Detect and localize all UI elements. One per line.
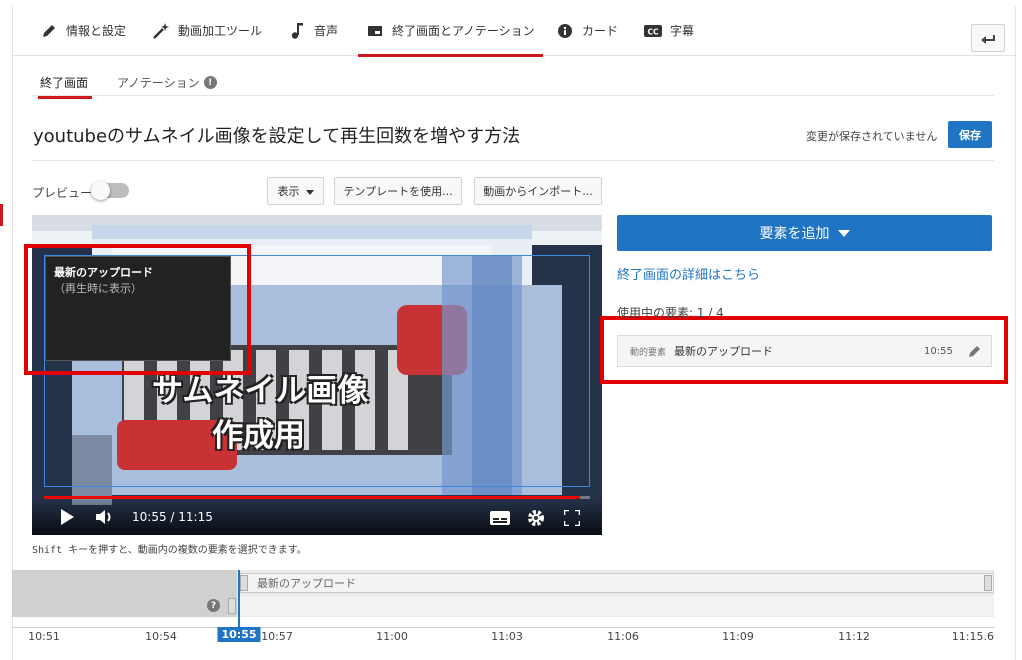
add-element-button[interactable]: 要素を追加 [617, 215, 992, 251]
element-name: 最新のアップロード [674, 345, 774, 358]
preview-label: プレビュー [32, 186, 93, 200]
settings-gear-icon[interactable] [527, 509, 545, 527]
back-button[interactable] [971, 24, 1005, 52]
svg-text:CC: CC [647, 28, 659, 37]
ruler-line [12, 627, 994, 628]
pencil-icon [40, 22, 58, 40]
element-list-row[interactable]: 動的要素 最新のアップロード 10:55 [617, 335, 992, 367]
tab-label: 情報と設定 [66, 24, 127, 38]
tab-subtitles[interactable]: CC 字幕 [644, 22, 694, 56]
help-icon[interactable]: ? [207, 599, 220, 612]
music-note-icon [288, 22, 306, 40]
tick-label: 11:06 [607, 630, 639, 643]
save-button[interactable]: 保存 [948, 121, 992, 148]
timeline-ruler: 10:51 10:54 10:57 11:00 11:03 11:06 11:0… [12, 617, 994, 660]
highlight-frame-element [24, 244, 251, 375]
element-type: 動的要素 [630, 347, 667, 358]
caret-down-icon [837, 225, 850, 241]
timeline-element-track[interactable]: 最新のアップロード [240, 573, 994, 593]
progress-bar[interactable] [44, 496, 590, 499]
end-screen-details-link[interactable]: 終了画面の詳細はこちら [617, 264, 760, 283]
end-screen-icon [366, 22, 384, 40]
back-arrow-icon [980, 29, 996, 48]
tick-label: 10:51 [28, 630, 60, 643]
cc-icon: CC [644, 22, 662, 40]
caret-down-icon [305, 185, 314, 198]
track-end-handle[interactable] [984, 575, 992, 591]
tick-label: 11:00 [376, 630, 408, 643]
top-tabs: 情報と設定 動画加工ツール 音声 終了画面とアノテーション カード CC 字幕 [12, 0, 1016, 57]
tick-label: 11:15.6 [951, 630, 994, 643]
preview-toggle[interactable] [91, 181, 129, 200]
warning-icon: ! [203, 76, 217, 89]
left-marker [0, 204, 3, 226]
info-icon [556, 22, 574, 40]
play-icon[interactable] [60, 509, 74, 525]
volume-icon[interactable] [96, 509, 114, 525]
fullscreen-icon[interactable] [564, 510, 580, 526]
subtab-label: 終了画面 [40, 76, 89, 90]
show-dropdown-button[interactable]: 表示 [267, 177, 324, 205]
subtab-label: アノテーション [117, 76, 200, 90]
tab-label: カード [582, 24, 619, 38]
thumbnail-text-line2: 作成用 [212, 418, 305, 454]
tab-label: 動画加工ツール [178, 24, 263, 38]
timeline[interactable]: 最新のアップロード ? [12, 570, 994, 617]
shift-hint: Shift キーを押すと、動画内の複数の要素を選択できます。 [32, 545, 307, 556]
tab-end-screen[interactable]: 終了画面とアノテーション [358, 22, 543, 57]
use-template-button[interactable]: テンプレートを使用... [334, 177, 462, 205]
timeline-empty-track [240, 596, 994, 616]
unsaved-status: 変更が保存されていません [806, 130, 938, 143]
current-time-marker: 10:55 [217, 627, 261, 642]
tab-label: 音声 [314, 24, 339, 38]
sub-tabs: 終了画面 アノテーション ! [32, 62, 994, 99]
show-label: 表示 [277, 185, 300, 198]
tab-label: 字幕 [670, 24, 695, 38]
tick-label: 11:09 [722, 630, 754, 643]
tab-audio[interactable]: 音声 [288, 22, 338, 56]
subtab-end-screen[interactable]: 終了画面 [37, 74, 93, 99]
tick-label: 10:54 [145, 630, 177, 643]
element-start-time: 10:55 [924, 345, 953, 357]
track2-handle[interactable] [228, 598, 236, 614]
track-start-handle[interactable] [240, 575, 248, 591]
add-element-label: 要素を追加 [759, 226, 830, 242]
progress-fill [44, 496, 581, 499]
tab-video-tools[interactable]: 動画加工ツール [152, 22, 262, 56]
subtab-annotations[interactable]: アノテーション ! [117, 74, 217, 91]
elements-in-use: 使用中の要素: 1 / 4 [617, 306, 724, 320]
tab-cards[interactable]: カード [556, 22, 618, 56]
tab-info-settings[interactable]: 情報と設定 [40, 22, 126, 56]
subtitles-icon[interactable] [490, 511, 510, 525]
tick-label: 11:03 [491, 630, 523, 643]
import-from-video-button[interactable]: 動画からインポート... [474, 177, 602, 205]
timeline-shaded-region [12, 570, 237, 617]
time-display: 10:55 / 11:15 [132, 510, 213, 524]
tick-label: 10:57 [261, 630, 293, 643]
tick-label: 11:12 [838, 630, 870, 643]
track-label: 最新のアップロード [257, 577, 356, 590]
divider [32, 160, 994, 161]
player-controls [32, 497, 602, 535]
edit-pencil-icon[interactable] [968, 344, 982, 361]
page-title: youtubeのサムネイル画像を設定して再生回数を増やす方法 [33, 126, 521, 147]
magic-wand-icon [152, 22, 170, 40]
tab-label: 終了画面とアノテーション [392, 24, 535, 38]
